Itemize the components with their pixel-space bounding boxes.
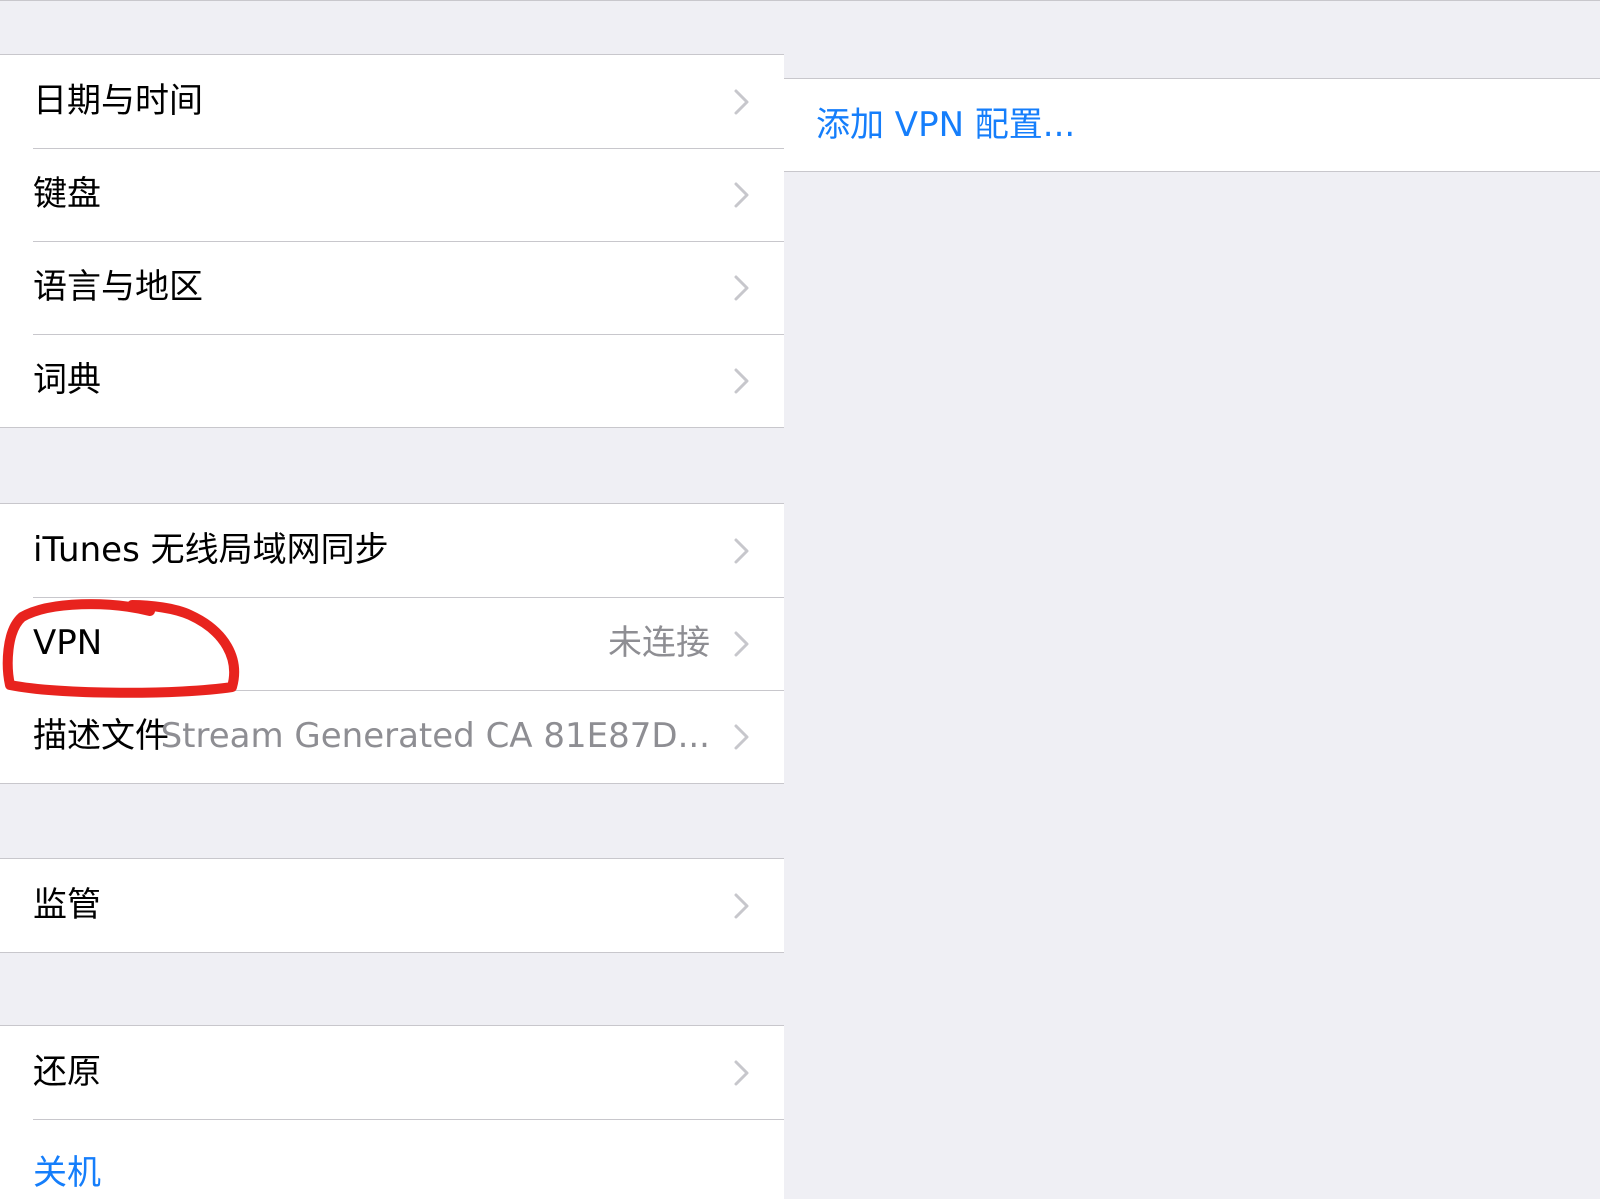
row-reset[interactable]: 还原 [0,1026,784,1119]
row-language-region[interactable]: 语言与地区 [0,241,784,334]
row-itunes-wifi-sync[interactable]: iTunes 无线局域网同步 [0,504,784,597]
settings-group-general: 日期与时间 键盘 语言与地区 词典 [0,54,784,428]
row-label: VPN [33,623,103,663]
row-label: 键盘 [33,174,101,214]
row-supervision[interactable]: 监管 [0,859,784,952]
chevron-right-icon [730,723,754,751]
row-label: iTunes 无线局域网同步 [33,530,389,570]
row-shutdown[interactable]: 关机 [0,1119,784,1199]
row-vpn[interactable]: VPN 未连接 [0,597,784,690]
row-dictionary[interactable]: 词典 [0,334,784,427]
row-label: 还原 [33,1052,101,1092]
settings-group-network: iTunes 无线局域网同步 VPN 未连接 描述文件 Stream Gener… [0,503,784,784]
row-profiles[interactable]: 描述文件 Stream Generated CA 81E87D... [0,690,784,783]
chevron-right-icon [730,88,754,116]
vpn-detail-panel: 添加 VPN 配置... [784,0,1600,1199]
chevron-right-icon [730,1059,754,1087]
left-settings-panel: 日期与时间 键盘 语言与地区 词典 iTunes 无线局域网同步 VPN 未连接… [0,0,784,1199]
row-keyboard[interactable]: 键盘 [0,148,784,241]
row-label: 日期与时间 [33,81,203,121]
chevron-right-icon [730,537,754,565]
profile-value: Stream Generated CA 81E87D... [160,716,710,756]
row-label: 描述文件 [33,716,169,756]
settings-screen: 日期与时间 键盘 语言与地区 词典 iTunes 无线局域网同步 VPN 未连接… [0,0,1600,1199]
row-date-time[interactable]: 日期与时间 [0,55,784,148]
chevron-right-icon [730,367,754,395]
row-label: 语言与地区 [33,267,203,307]
vpn-status-value: 未连接 [608,623,710,663]
shutdown-link[interactable]: 关机 [33,1127,101,1199]
row-label: 词典 [33,360,101,400]
chevron-right-icon [730,181,754,209]
chevron-right-icon [730,630,754,658]
row-label: 监管 [33,885,101,925]
settings-group-supervision: 监管 [0,858,784,953]
vpn-config-group: 添加 VPN 配置... [784,78,1600,172]
settings-group-reset: 还原 关机 [0,1025,784,1199]
chevron-right-icon [730,892,754,920]
add-vpn-configuration-button[interactable]: 添加 VPN 配置... [816,79,1075,171]
chevron-right-icon [730,274,754,302]
